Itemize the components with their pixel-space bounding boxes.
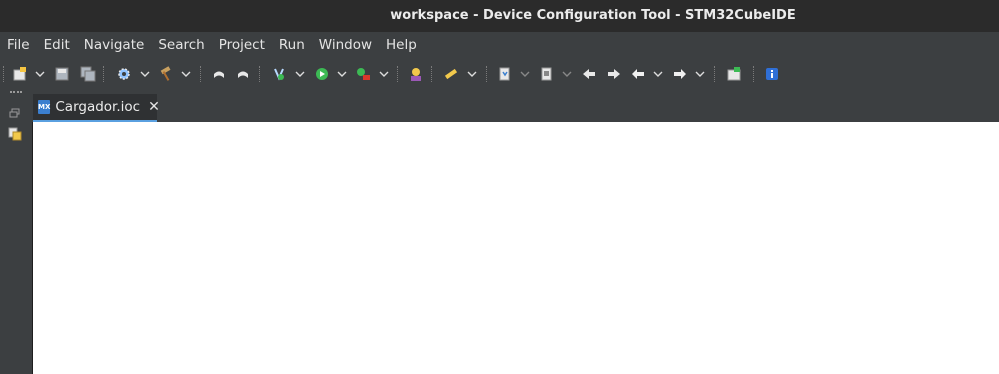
editor-area[interactable] bbox=[32, 122, 999, 374]
window-title: workspace - Device Configuration Tool - … bbox=[390, 8, 796, 23]
redo-icon[interactable] bbox=[234, 65, 252, 83]
menu-navigate[interactable]: Navigate bbox=[77, 32, 152, 58]
undo-icon[interactable] bbox=[210, 65, 228, 83]
chevron-down-icon[interactable] bbox=[140, 70, 150, 78]
toolbar-separator bbox=[200, 66, 203, 82]
chevron-down-icon[interactable] bbox=[520, 70, 530, 78]
toolbar-separator bbox=[259, 66, 262, 82]
title-bar: workspace - Device Configuration Tool - … bbox=[0, 0, 999, 32]
menu-file[interactable]: File bbox=[0, 32, 37, 58]
chevron-down-icon[interactable] bbox=[35, 70, 45, 78]
info-icon[interactable] bbox=[763, 65, 781, 83]
chevron-down-icon[interactable] bbox=[562, 70, 572, 78]
chevron-down-icon[interactable] bbox=[695, 70, 705, 78]
settings-icon[interactable] bbox=[115, 65, 133, 83]
debug-icon[interactable] bbox=[270, 65, 288, 83]
device-config-icon[interactable] bbox=[725, 65, 743, 83]
drag-handle[interactable] bbox=[10, 91, 22, 96]
export-icon[interactable] bbox=[538, 65, 556, 83]
mx-icon: MX bbox=[38, 100, 51, 114]
new-icon[interactable] bbox=[11, 65, 29, 83]
editor-tab-row: MX Cargador.ioc ✕ bbox=[32, 90, 999, 122]
toolbar-separator bbox=[753, 66, 756, 82]
menu-help[interactable]: Help bbox=[379, 32, 424, 58]
toolbar-separator bbox=[486, 66, 489, 82]
toolbar-separator bbox=[431, 66, 434, 82]
previous-annotation-icon[interactable] bbox=[580, 65, 598, 83]
menu-search[interactable]: Search bbox=[151, 32, 211, 58]
left-trim-stack bbox=[0, 90, 32, 374]
save-icon[interactable] bbox=[53, 65, 71, 83]
save-all-icon[interactable] bbox=[79, 65, 97, 83]
editor-tab-label: Cargador.ioc bbox=[55, 99, 141, 115]
chevron-down-icon[interactable] bbox=[467, 70, 477, 78]
toolbar-separator bbox=[103, 66, 106, 82]
chevron-down-icon[interactable] bbox=[379, 70, 389, 78]
restore-icon[interactable] bbox=[9, 103, 21, 118]
next-annotation-icon[interactable] bbox=[605, 65, 623, 83]
back-icon[interactable] bbox=[629, 65, 647, 83]
menu-edit[interactable]: Edit bbox=[37, 32, 77, 58]
toolbar-separator bbox=[714, 66, 717, 82]
menu-project[interactable]: Project bbox=[212, 32, 272, 58]
marker-icon[interactable] bbox=[442, 65, 460, 83]
editor-tab[interactable]: MX Cargador.ioc ✕ bbox=[33, 94, 160, 122]
chevron-down-icon[interactable] bbox=[653, 70, 663, 78]
menu-bar: File Edit Navigate Search Project Run Wi… bbox=[0, 32, 999, 58]
main-toolbar bbox=[0, 58, 999, 90]
toolbar-separator bbox=[397, 66, 400, 82]
chevron-down-icon[interactable] bbox=[337, 70, 347, 78]
import-icon[interactable] bbox=[496, 65, 514, 83]
build-icon[interactable] bbox=[157, 65, 175, 83]
external-tools-icon[interactable] bbox=[354, 65, 372, 83]
forward-icon[interactable] bbox=[671, 65, 689, 83]
profile-icon[interactable] bbox=[407, 65, 425, 83]
toolbar-separator bbox=[3, 66, 6, 82]
project-explorer-icon[interactable] bbox=[8, 126, 22, 141]
chevron-down-icon[interactable] bbox=[295, 70, 305, 78]
menu-window[interactable]: Window bbox=[312, 32, 379, 58]
menu-run[interactable]: Run bbox=[272, 32, 312, 58]
run-icon[interactable] bbox=[313, 65, 331, 83]
chevron-down-icon[interactable] bbox=[181, 70, 191, 78]
close-icon[interactable]: ✕ bbox=[148, 99, 160, 115]
